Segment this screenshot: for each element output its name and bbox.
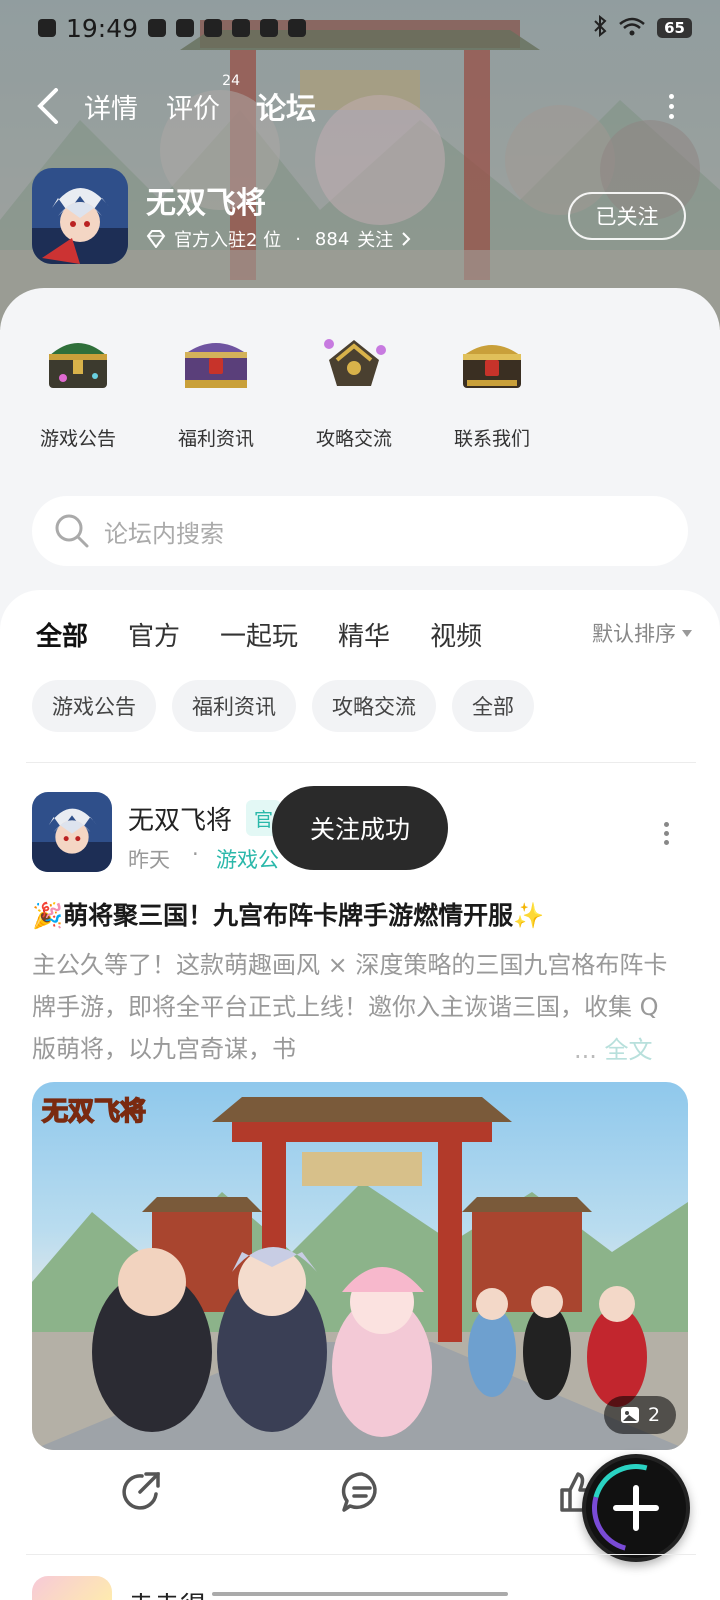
shortcut-guides[interactable]: 攻略交流 <box>294 330 414 451</box>
top-navigation: 详情 评价 24 论坛 <box>0 73 720 136</box>
sort-dropdown[interactable]: 默认排序 <box>592 618 692 648</box>
home-indicator[interactable] <box>212 1592 508 1596</box>
post-meta-separator: · <box>192 842 199 866</box>
sort-label: 默认排序 <box>592 622 676 646</box>
status-time: 19:49 <box>66 13 139 43</box>
category-chips: 游戏公告 福利资讯 攻略交流 全部 <box>32 680 534 732</box>
chip-all[interactable]: 全部 <box>452 680 534 732</box>
wifi-icon <box>619 14 645 43</box>
bluetooth-icon <box>593 14 607 43</box>
followers-count: 884 <box>314 228 350 250</box>
filter-tabs: 全部 官方 一起玩 精华 视频 <box>36 612 522 659</box>
post-author-avatar[interactable] <box>32 792 112 872</box>
notification-icon <box>38 19 56 37</box>
filter-tab-all[interactable]: 全部 <box>36 616 89 659</box>
book-icon <box>260 19 279 37</box>
read-more-link[interactable]: ... 全文 <box>568 1030 653 1065</box>
divider <box>26 1554 696 1555</box>
shortcut-label: 联系我们 <box>453 428 530 450</box>
image-gallery-icon <box>620 1407 639 1423</box>
app-character-icon <box>32 168 128 264</box>
next-post-avatar[interactable] <box>32 1576 112 1600</box>
image-count-badge[interactable]: 2 <box>604 1396 676 1434</box>
tab-reviews-label: 评价 <box>166 93 220 125</box>
tab-reviews[interactable]: 评价 24 <box>166 73 240 126</box>
comment-button[interactable] <box>340 1470 388 1518</box>
read-more-label: 全文 <box>604 1036 653 1064</box>
ellipsis: ... <box>574 1036 597 1064</box>
shortcut-announcements[interactable]: 游戏公告 <box>18 330 138 451</box>
avatar-character-icon <box>32 792 112 872</box>
post-author-name[interactable]: 无双飞将 <box>128 800 232 837</box>
shortcut-contact[interactable]: 联系我们 <box>432 330 552 451</box>
filter-tab-play-together[interactable]: 一起玩 <box>220 616 298 653</box>
plus-icon <box>613 1485 659 1531</box>
chevron-left-icon <box>37 88 58 124</box>
status-bar: 19:49 65 <box>0 0 720 56</box>
treasure-chest-green-icon <box>43 330 113 394</box>
shortcut-label: 福利资讯 <box>177 428 254 450</box>
filter-tab-featured[interactable]: 精华 <box>338 616 390 653</box>
tab-details[interactable]: 详情 <box>84 87 138 126</box>
battery-indicator: 65 <box>657 18 692 38</box>
post-time: 昨天 <box>128 848 170 872</box>
diamond-icon <box>146 230 166 248</box>
post-title[interactable]: 🎉萌将聚三国！九宫布阵卡牌手游燃情开服✨ <box>32 896 692 932</box>
post-image[interactable]: 无双飞将 <box>32 1082 688 1450</box>
more-options-button[interactable] <box>669 93 674 119</box>
chip-welfare[interactable]: 福利资讯 <box>172 680 296 732</box>
image-count: 2 <box>647 1404 661 1426</box>
chevron-right-icon <box>402 232 411 246</box>
comment-icon <box>341 1472 377 1512</box>
create-post-button[interactable] <box>582 1454 690 1562</box>
search-icon <box>55 514 89 548</box>
shortcut-welfare[interactable]: 福利资讯 <box>156 330 276 451</box>
reviews-count-badge: 24 <box>222 72 240 89</box>
forum-search-input[interactable]: 论坛内搜索 <box>32 496 688 566</box>
share-icon <box>122 1472 160 1510</box>
more-dots-icon <box>669 93 674 99</box>
official-count: 官方入驻2 位 <box>174 230 282 251</box>
treasure-chest-purple-icon <box>181 330 251 394</box>
video-icon <box>204 19 223 37</box>
app-meta[interactable]: 官方入驻2 位 · 884 关注 <box>146 226 411 252</box>
chip-guides[interactable]: 攻略交流 <box>312 680 436 732</box>
crown-icon <box>232 19 251 37</box>
game-artwork-illustration: 无双飞将 <box>32 1096 688 1450</box>
chip-announcements[interactable]: 游戏公告 <box>32 680 156 732</box>
app-name: 无双飞将 <box>146 186 266 221</box>
post-board-link[interactable]: 游戏公 <box>216 844 279 874</box>
next-post-author[interactable]: 幸幸得 <box>128 1586 206 1600</box>
mail-icon <box>148 19 167 37</box>
post-more-button[interactable] <box>664 822 669 845</box>
tiktok-icon <box>176 19 195 37</box>
back-button[interactable] <box>36 82 72 130</box>
shortcut-grid: 游戏公告 福利资讯 攻略交流 联系我们 <box>0 330 720 470</box>
search-placeholder: 论坛内搜索 <box>104 519 224 548</box>
tab-forum[interactable]: 论坛 <box>254 84 318 132</box>
follow-success-toast: 关注成功 <box>272 786 448 870</box>
follow-button[interactable]: 已关注 <box>568 192 686 240</box>
treasure-chest-open-icon <box>319 330 389 394</box>
share-button[interactable] <box>118 1470 166 1518</box>
shortcut-label: 游戏公告 <box>39 428 116 450</box>
caret-down-icon <box>682 629 692 637</box>
meta-separator: · <box>295 228 301 250</box>
hourglass-icon <box>288 19 307 37</box>
filter-tab-video[interactable]: 视频 <box>430 616 482 653</box>
app-icon[interactable] <box>32 168 128 264</box>
treasure-chest-gold-icon <box>457 330 527 394</box>
shortcut-label: 攻略交流 <box>315 428 392 450</box>
filter-tab-official[interactable]: 官方 <box>128 616 180 653</box>
image-logo-text: 无双飞将 <box>42 1097 146 1127</box>
more-vertical-icon <box>664 822 669 827</box>
divider <box>26 762 696 763</box>
followers-label: 关注 <box>357 230 394 251</box>
